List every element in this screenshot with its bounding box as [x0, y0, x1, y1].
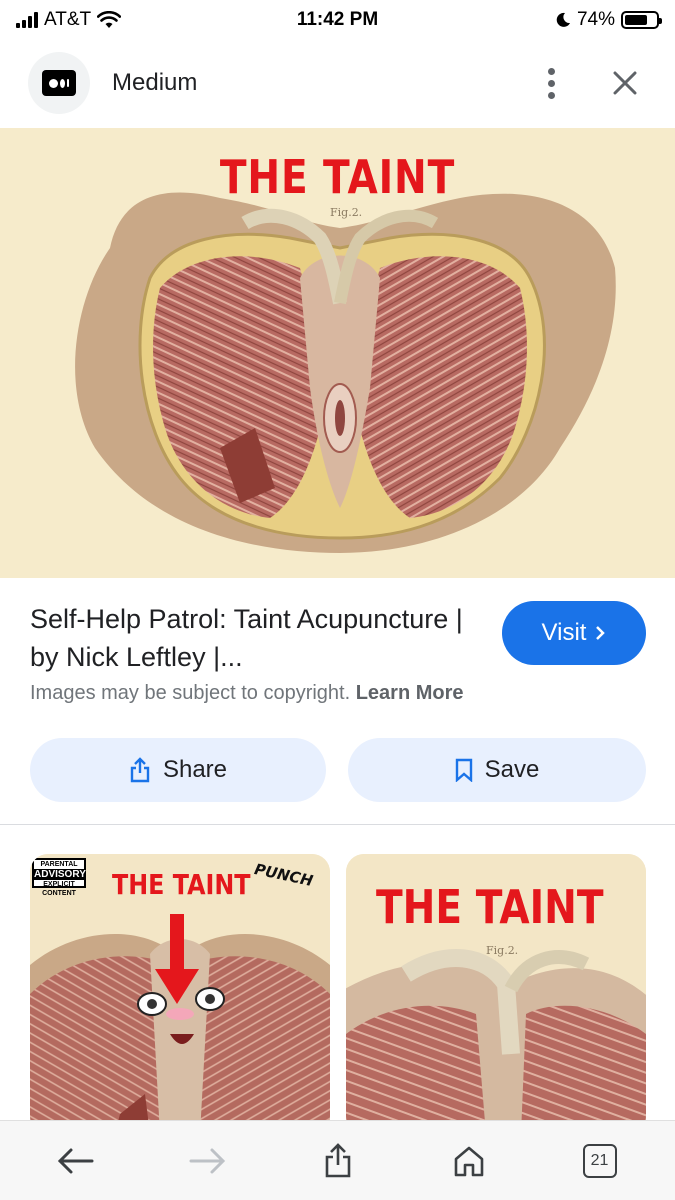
status-bar: AT&T 11:42 PM 74%	[0, 0, 675, 40]
tabs-button[interactable]: 21	[570, 1131, 630, 1191]
share-label: Share	[162, 756, 228, 783]
visit-button[interactable]: Visit	[502, 601, 646, 665]
site-name: Medium	[112, 69, 198, 96]
hero-caption: Fig.2.	[330, 206, 362, 219]
bookmark-icon	[455, 758, 472, 782]
battery-fill	[625, 15, 648, 25]
copyright-text: Images may be subject to copyright.	[30, 682, 351, 704]
bottom-toolbar: 21	[0, 1120, 675, 1200]
tabs-count: 21	[582, 1143, 617, 1178]
thumbnail-caption: Fig.2.	[486, 944, 518, 957]
copyright-notice: Images may be subject to copyright. Lear…	[30, 682, 464, 705]
more-vert-icon[interactable]	[529, 61, 573, 105]
back-button[interactable]	[46, 1131, 106, 1191]
divider	[0, 824, 675, 825]
wifi-icon	[97, 11, 122, 28]
save-button[interactable]: Save	[348, 738, 646, 802]
arrow-back-icon	[57, 1148, 93, 1173]
moon-icon	[556, 12, 570, 27]
status-time: 11:42 PM	[296, 9, 379, 30]
share-button[interactable]: Share	[30, 738, 326, 802]
thumbnail-title: THE TAINT	[376, 880, 604, 934]
learn-more-link[interactable]: Learn More	[356, 682, 464, 704]
result-title[interactable]: Self-Help Patrol: Taint Acupuncture | by…	[30, 600, 470, 676]
close-icon[interactable]	[603, 61, 647, 105]
related-image-1[interactable]: PARENTAL ADVISORY EXPLICIT CONTENT THE T…	[30, 854, 330, 1134]
chevron-right-icon	[596, 626, 606, 640]
parental-advisory-badge: PARENTAL ADVISORY EXPLICIT CONTENT	[32, 858, 86, 897]
signal-icon	[16, 12, 38, 28]
forward-button[interactable]	[177, 1131, 237, 1191]
save-label: Save	[484, 756, 540, 783]
thumbnail-title: THE TAINT	[112, 868, 251, 901]
share-page-button[interactable]	[308, 1131, 368, 1191]
carrier-label: AT&T	[44, 9, 92, 30]
home-button[interactable]	[439, 1131, 499, 1191]
source-header: Medium	[0, 48, 675, 118]
status-left: AT&T	[16, 9, 266, 31]
hero-title: THE TAINT	[219, 150, 456, 204]
battery-icon	[621, 11, 662, 29]
visit-label: Visit	[541, 619, 587, 646]
arrow-forward-icon	[189, 1148, 225, 1173]
share-icon	[325, 1142, 350, 1177]
hero-image[interactable]: Fig.2. THE TAINT	[0, 128, 675, 578]
status-right: 74%	[409, 9, 662, 31]
home-icon	[454, 1146, 483, 1176]
related-image-2[interactable]: Fig.2. THE TAINT	[346, 854, 646, 1134]
share-icon	[130, 757, 150, 783]
medium-logo-icon	[28, 52, 90, 114]
battery-percent: 74%	[576, 9, 615, 30]
